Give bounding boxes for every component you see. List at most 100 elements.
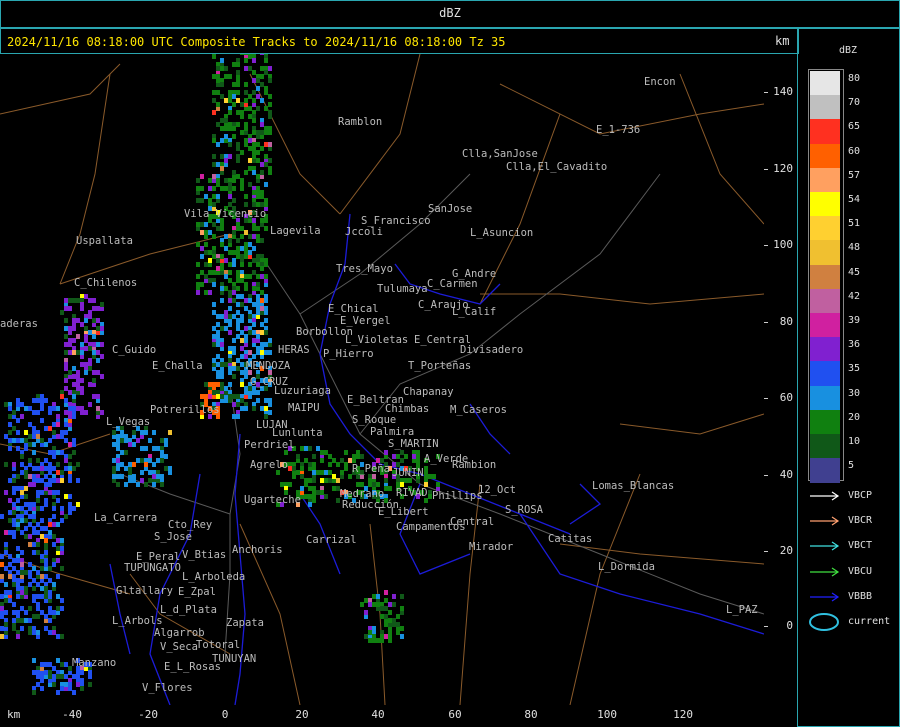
place-label: Catitas bbox=[548, 533, 593, 545]
echo-pixel bbox=[252, 234, 256, 239]
echo-pixel bbox=[160, 474, 164, 479]
echo-pixel bbox=[220, 166, 224, 171]
echo-pixel bbox=[0, 634, 4, 639]
echo-pixel bbox=[72, 438, 76, 443]
place-label: E_Zpal bbox=[178, 586, 216, 598]
echo-pixel bbox=[308, 462, 312, 467]
echo-pixel bbox=[92, 306, 96, 311]
echo-pixel bbox=[392, 454, 396, 459]
radar-map[interactable]: Ramblon Encon E_1-736 Clla,SanJose Clla,El_C… bbox=[0, 54, 764, 705]
echo-pixel bbox=[56, 422, 60, 427]
echo-pixel bbox=[244, 202, 248, 207]
echo-pixel bbox=[116, 466, 120, 471]
echo-pixel bbox=[232, 262, 236, 267]
echo-pixel bbox=[72, 690, 76, 695]
echo-pixel bbox=[332, 486, 336, 491]
colorbar-swatch bbox=[810, 337, 840, 363]
echo-pixel bbox=[36, 478, 40, 483]
echo-pixel bbox=[92, 334, 96, 339]
place-label: E_Challa bbox=[152, 360, 203, 372]
echo-pixel bbox=[232, 62, 236, 67]
echo-pixel bbox=[388, 610, 392, 615]
echo-pixel bbox=[228, 126, 232, 131]
echo-pixel bbox=[268, 166, 272, 171]
echo-pixel bbox=[48, 630, 52, 635]
echo-pixel bbox=[44, 614, 48, 619]
echo-pixel bbox=[12, 462, 16, 467]
echo-pixel bbox=[220, 342, 224, 347]
echo-pixel bbox=[212, 222, 216, 227]
echo-pixel bbox=[60, 470, 64, 475]
echo-pixel bbox=[20, 454, 24, 459]
echo-pixel bbox=[404, 454, 408, 459]
echo-pixel bbox=[72, 366, 76, 371]
colorbar-value: 65 bbox=[848, 121, 861, 133]
echo-pixel bbox=[296, 454, 300, 459]
echo-pixel bbox=[200, 174, 204, 179]
echo-pixel bbox=[28, 406, 32, 411]
echo-pixel bbox=[212, 254, 216, 259]
echo-pixel bbox=[92, 318, 96, 323]
echo-pixel bbox=[260, 350, 264, 355]
echo-pixel bbox=[16, 474, 20, 479]
echo-pixel bbox=[64, 334, 68, 339]
colorbar-value: 54 bbox=[848, 194, 861, 205]
echo-pixel bbox=[204, 242, 208, 247]
colorbar-value: 30 bbox=[848, 387, 861, 399]
echo-pixel bbox=[32, 658, 36, 663]
echo-pixel bbox=[24, 494, 28, 499]
echo-pixel bbox=[236, 294, 240, 299]
echo-pixel bbox=[64, 398, 68, 403]
yaxis-tick-label: 40 bbox=[779, 468, 793, 481]
echo-pixel bbox=[52, 582, 56, 587]
place-label: L_Vegas bbox=[106, 416, 151, 428]
echo-pixel bbox=[116, 474, 120, 479]
echo-pixel bbox=[160, 482, 164, 487]
echo-pixel bbox=[264, 262, 268, 267]
echo-pixel bbox=[228, 306, 232, 311]
echo-pixel bbox=[64, 458, 68, 463]
echo-pixel bbox=[84, 318, 88, 323]
echo-pixel bbox=[304, 482, 308, 487]
colorbar-value: 10 bbox=[848, 436, 861, 447]
yaxis-tick-mark bbox=[764, 475, 768, 476]
echo-pixel bbox=[72, 350, 76, 355]
xaxis-unit-label: km bbox=[7, 708, 21, 721]
echo-pixel bbox=[12, 478, 16, 483]
echo-pixel bbox=[244, 82, 248, 87]
echo-pixel bbox=[152, 430, 156, 435]
place-label: Rambion bbox=[452, 459, 497, 471]
echo-pixel bbox=[212, 54, 216, 59]
echo-pixel bbox=[260, 54, 264, 55]
echo-pixel bbox=[100, 326, 104, 331]
place-label: 12_Oct bbox=[478, 484, 516, 496]
echo-pixel bbox=[428, 474, 432, 479]
echo-pixel bbox=[44, 426, 48, 431]
echo-pixel bbox=[216, 394, 220, 399]
echo-pixel bbox=[388, 638, 392, 643]
echo-pixel bbox=[268, 338, 272, 343]
echo-pixel bbox=[216, 342, 220, 347]
echo-pixel bbox=[24, 534, 28, 539]
place-label: Potrerillos bbox=[150, 404, 220, 416]
echo-pixel bbox=[208, 230, 212, 235]
echo-pixel bbox=[112, 430, 116, 435]
place-label: Gltallary bbox=[116, 585, 173, 597]
echo-pixel bbox=[268, 410, 272, 415]
xaxis-tick-label: 120 bbox=[673, 708, 693, 721]
echo-pixel bbox=[24, 406, 28, 411]
echo-pixel bbox=[12, 582, 16, 587]
echo-pixel bbox=[16, 514, 20, 519]
echo-pixel bbox=[372, 482, 376, 487]
echo-pixel bbox=[320, 490, 324, 495]
echo-pixel bbox=[88, 298, 92, 303]
echo-pixel bbox=[60, 478, 64, 483]
product-header: 2024/11/16 08:18:00 UTC Composite Tracks… bbox=[0, 28, 799, 54]
echo-pixel bbox=[4, 490, 8, 495]
echo-pixel bbox=[244, 54, 248, 55]
echo-pixel bbox=[264, 202, 268, 207]
place-label: Anchoris bbox=[232, 544, 283, 556]
echo-pixel bbox=[40, 406, 44, 411]
echo-pixel bbox=[208, 382, 212, 387]
echo-pixel bbox=[236, 222, 240, 227]
